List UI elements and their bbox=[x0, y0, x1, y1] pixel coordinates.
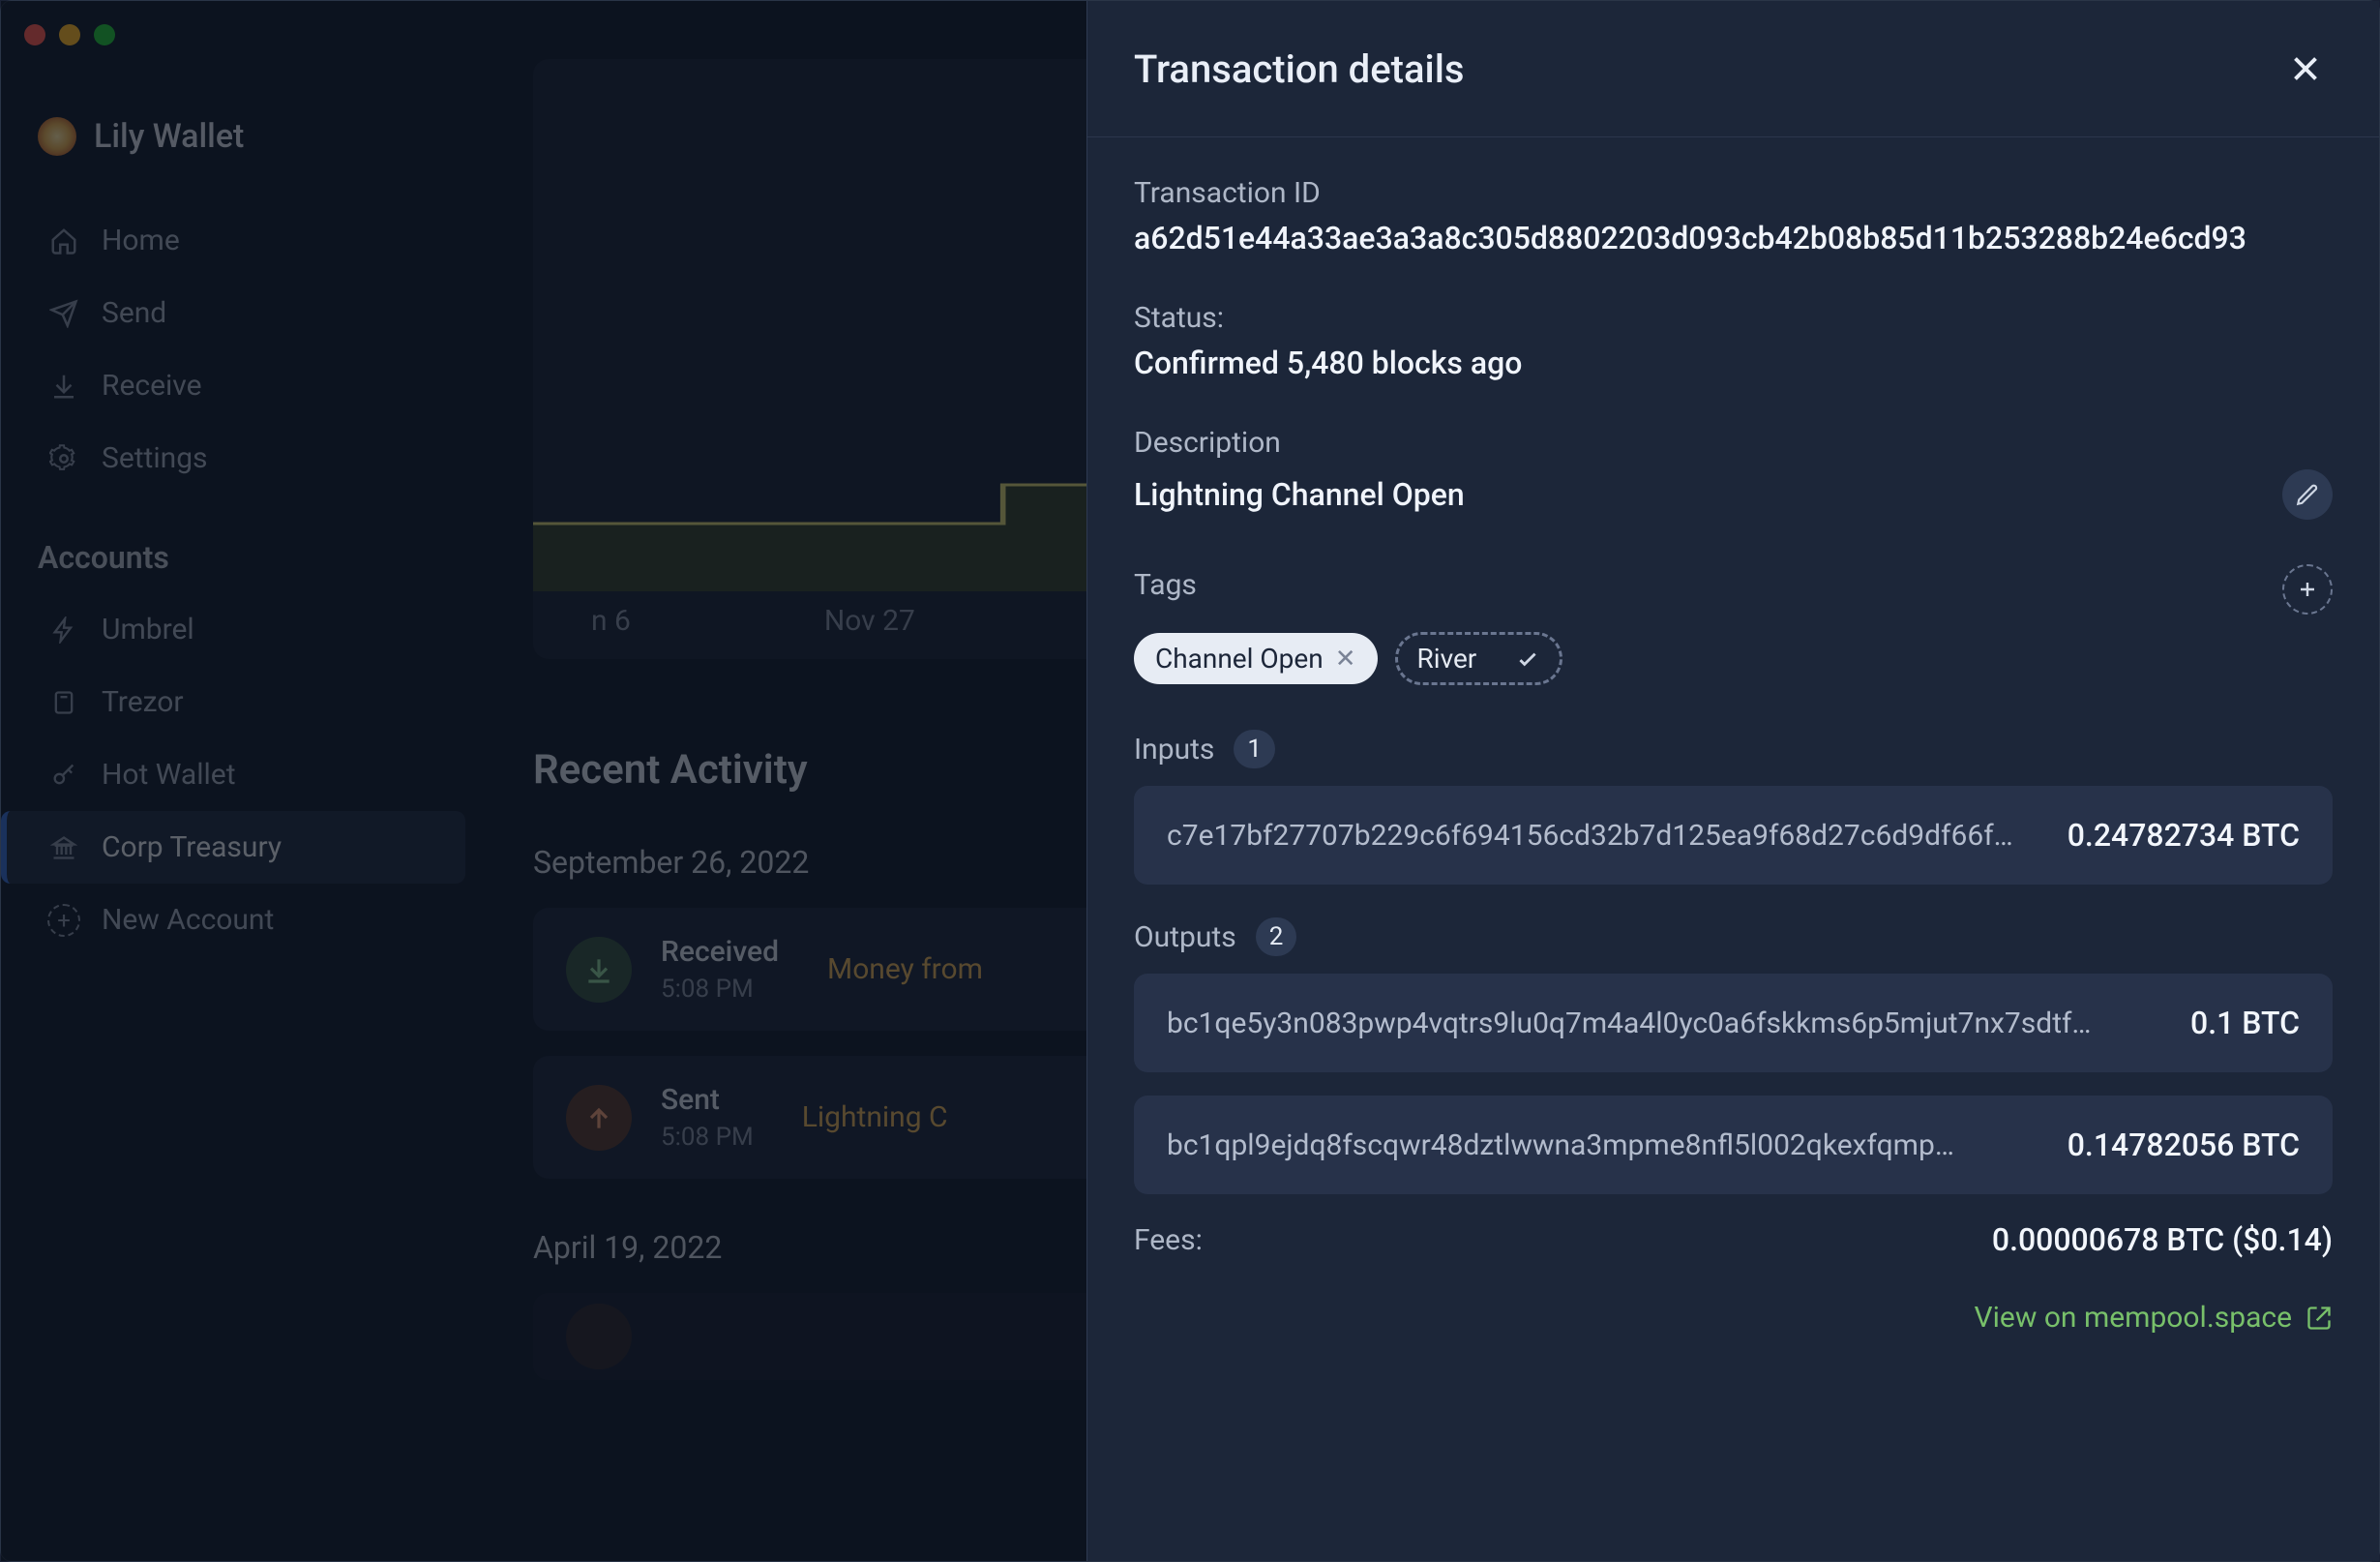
close-icon bbox=[2288, 51, 2323, 86]
output-address: bc1qe5y3n083pwp4vqtrs9lu0q7m4a4l0yc0a6fs… bbox=[1167, 1006, 2161, 1040]
tag-input[interactable] bbox=[1417, 643, 1500, 675]
tags-row: Channel Open ✕ bbox=[1134, 632, 2333, 685]
description-label: Description bbox=[1134, 426, 2333, 460]
output-amount: 0.14782056 BTC bbox=[2068, 1126, 2300, 1163]
add-tag-button[interactable] bbox=[2282, 564, 2333, 615]
inputs-header: Inputs 1 bbox=[1134, 730, 2333, 768]
edit-description-button[interactable] bbox=[2282, 469, 2333, 520]
input-amount: 0.24782734 BTC bbox=[2068, 817, 2300, 854]
status-label: Status: bbox=[1134, 301, 2333, 335]
drawer-header: Transaction details bbox=[1087, 1, 2379, 137]
inputs-label: Inputs bbox=[1134, 733, 1214, 766]
output-address: bc1qpl9ejdq8fscqwr48dztlwwna3mpme8nfl5l0… bbox=[1167, 1128, 2038, 1162]
output-amount: 0.1 BTC bbox=[2190, 1005, 2300, 1041]
status-value: Confirmed 5,480 blocks ago bbox=[1134, 345, 2333, 381]
output-row[interactable]: bc1qe5y3n083pwp4vqtrs9lu0q7m4a4l0yc0a6fs… bbox=[1134, 974, 2333, 1072]
pencil-icon bbox=[2295, 482, 2320, 507]
txid-label: Transaction ID bbox=[1134, 176, 2333, 210]
output-row[interactable]: bc1qpl9ejdq8fscqwr48dztlwwna3mpme8nfl5l0… bbox=[1134, 1096, 2333, 1194]
check-icon[interactable] bbox=[1515, 646, 1540, 672]
plus-icon bbox=[2296, 578, 2319, 601]
external-link-icon bbox=[2306, 1305, 2333, 1332]
tag-chip-channel-open[interactable]: Channel Open ✕ bbox=[1134, 633, 1378, 684]
status-field: Status: Confirmed 5,480 blocks ago bbox=[1134, 301, 2333, 381]
tags-label: Tags bbox=[1134, 568, 1197, 602]
view-on-mempool-link[interactable]: View on mempool.space bbox=[1134, 1301, 2333, 1335]
remove-tag-icon[interactable]: ✕ bbox=[1335, 645, 1356, 674]
tag-input-chip[interactable] bbox=[1395, 632, 1562, 685]
input-row[interactable]: c7e17bf27707b229c6f694156cd32b7d125ea9f6… bbox=[1134, 786, 2333, 885]
tag-chip-label: Channel Open bbox=[1155, 643, 1324, 675]
outputs-label: Outputs bbox=[1134, 920, 1236, 954]
drawer-body: Transaction ID a62d51e44a33ae3a3a8c305d8… bbox=[1087, 137, 2379, 1561]
close-button[interactable] bbox=[2278, 42, 2333, 96]
input-address: c7e17bf27707b229c6f694156cd32b7d125ea9f6… bbox=[1167, 819, 2038, 853]
tags-field: Tags Channel Open ✕ bbox=[1134, 564, 2333, 685]
inputs-count: 1 bbox=[1234, 730, 1275, 768]
fees-label: Fees: bbox=[1134, 1223, 1203, 1257]
description-field: Description Lightning Channel Open bbox=[1134, 426, 2333, 520]
fees-row: Fees: 0.00000678 BTC ($0.14) bbox=[1134, 1221, 2333, 1258]
view-link-label: View on mempool.space bbox=[1975, 1301, 2292, 1335]
transaction-details-drawer: Transaction details Transaction ID a62d5… bbox=[1086, 1, 2379, 1561]
fees-value: 0.00000678 BTC ($0.14) bbox=[1992, 1221, 2333, 1258]
outputs-count: 2 bbox=[1256, 917, 1297, 956]
txid-value[interactable]: a62d51e44a33ae3a3a8c305d8802203d093cb42b… bbox=[1134, 220, 2333, 256]
outputs-header: Outputs 2 bbox=[1134, 917, 2333, 956]
drawer-title: Transaction details bbox=[1134, 46, 1465, 92]
description-value: Lightning Channel Open bbox=[1134, 476, 1465, 513]
txid-field: Transaction ID a62d51e44a33ae3a3a8c305d8… bbox=[1134, 176, 2333, 256]
